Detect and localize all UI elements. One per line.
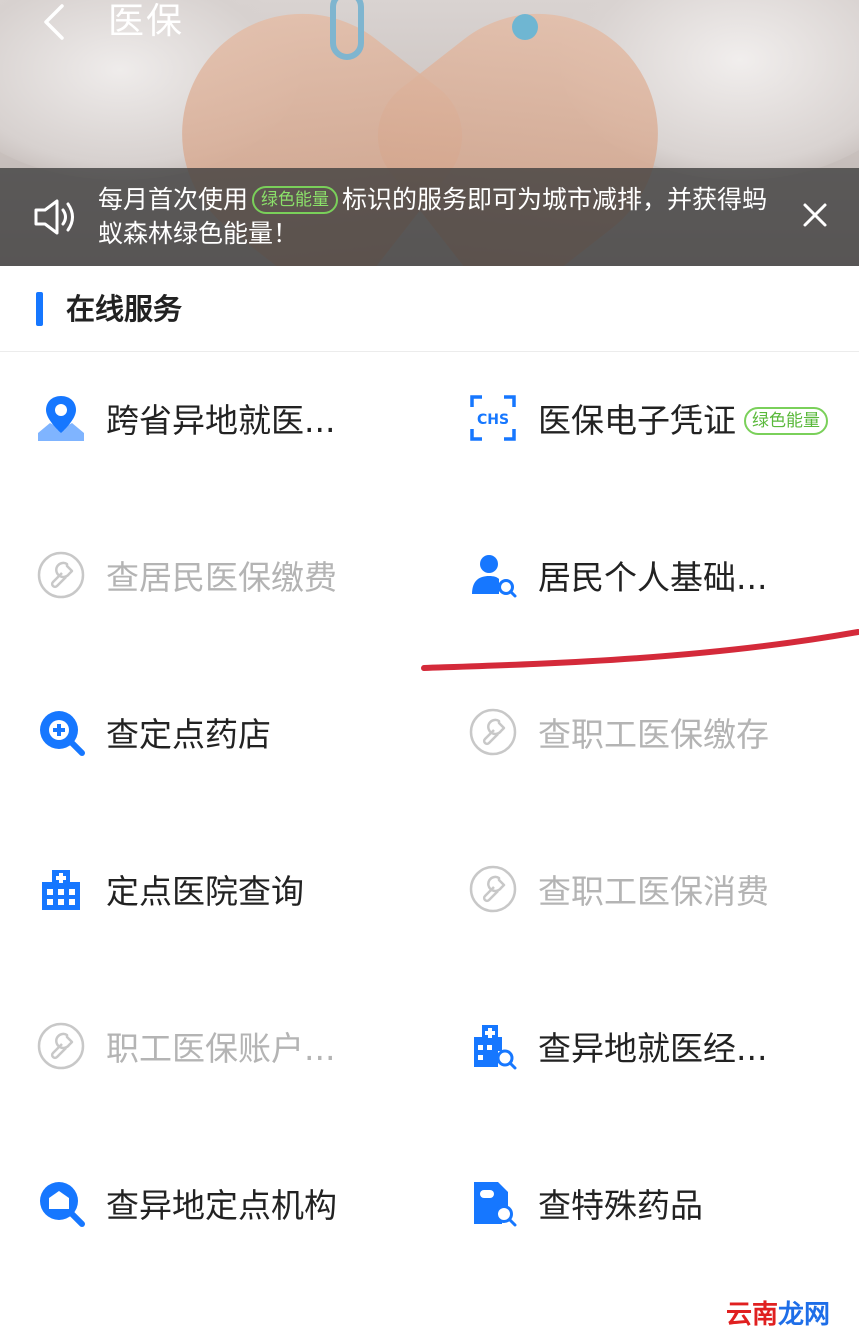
pharmacy-search-icon bbox=[40, 711, 85, 756]
wrench-icon bbox=[469, 865, 517, 913]
svg-text:CHS: CHS bbox=[477, 412, 509, 428]
service-employee-consumption[interactable]: 查职工医保消费 bbox=[432, 824, 852, 974]
service-hospital-query[interactable]: 定点医院查询 bbox=[0, 824, 420, 974]
wrench-icon bbox=[37, 1022, 85, 1070]
section-accent-bar bbox=[36, 292, 43, 326]
service-resident-payment[interactable]: 查居民医保缴费 bbox=[0, 510, 420, 660]
page-title: 医保 bbox=[108, 1, 185, 42]
green-energy-badge: 绿色能量 bbox=[252, 186, 339, 214]
service-label: 职工医保账户... bbox=[106, 1029, 336, 1068]
chs-scan-icon: CHS bbox=[470, 395, 516, 441]
map-pin-icon bbox=[38, 396, 84, 441]
watermark-logo: 云南龙网 bbox=[726, 1300, 831, 1330]
service-e-certificate[interactable]: CHS 医保电子凭证 绿色能量 bbox=[432, 353, 852, 503]
medicine-search-icon bbox=[474, 1182, 517, 1227]
speaker-icon bbox=[34, 199, 74, 235]
service-label: 查职工医保消费 bbox=[538, 872, 769, 911]
green-energy-badge: 绿色能量 bbox=[744, 407, 828, 435]
close-icon[interactable] bbox=[798, 198, 832, 232]
service-label: 查异地定点机构 bbox=[106, 1186, 337, 1225]
service-special-medicine[interactable]: 查特殊药品 bbox=[432, 1138, 852, 1288]
user-search-icon bbox=[472, 555, 517, 598]
institution-search-icon bbox=[40, 1182, 85, 1227]
service-employee-account[interactable]: 职工医保账户... bbox=[0, 981, 420, 1131]
service-cross-province[interactable]: 跨省异地就医... bbox=[0, 353, 420, 503]
service-label: 医保电子凭证 绿色能量 bbox=[538, 394, 828, 442]
service-label: 查定点药店 bbox=[106, 715, 271, 754]
back-arrow-icon[interactable] bbox=[38, 2, 78, 42]
section-header: 在线服务 bbox=[0, 266, 859, 352]
service-label: 跨省异地就医... bbox=[106, 401, 336, 440]
service-employee-deposit[interactable]: 查职工医保缴存 bbox=[432, 667, 852, 817]
service-remote-institutions[interactable]: 查异地定点机构 bbox=[0, 1138, 420, 1288]
service-pharmacy[interactable]: 查定点药店 bbox=[0, 667, 420, 817]
service-label: 居民个人基础... bbox=[538, 558, 768, 597]
notice-text: 每月首次使用 绿色能量 标识的服务即可为城市减排，并获得蚂蚁森林绿色能量！ bbox=[98, 185, 768, 248]
service-label: 查职工医保缴存 bbox=[538, 715, 769, 754]
wrench-icon bbox=[469, 708, 517, 756]
notice-banner: 每月首次使用 绿色能量 标识的服务即可为城市减排，并获得蚂蚁森林绿色能量！ bbox=[0, 168, 859, 266]
wrench-icon bbox=[37, 551, 85, 599]
service-remote-expense[interactable]: 查异地就医经... bbox=[432, 981, 852, 1131]
hospital-search-icon bbox=[474, 1025, 517, 1070]
service-label: 查异地就医经... bbox=[538, 1029, 768, 1068]
hospital-icon bbox=[42, 870, 80, 910]
annotation-underline bbox=[421, 629, 859, 671]
section-title: 在线服务 bbox=[66, 292, 183, 326]
service-label: 定点医院查询 bbox=[106, 872, 304, 911]
service-label: 查居民医保缴费 bbox=[106, 558, 337, 597]
service-label: 查特殊药品 bbox=[538, 1186, 703, 1225]
